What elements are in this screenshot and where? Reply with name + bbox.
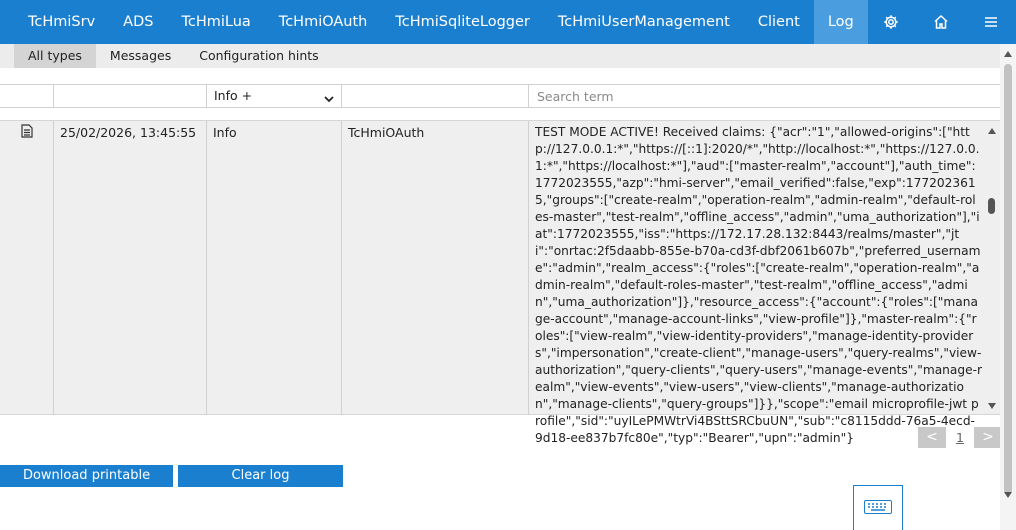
page-scrollbar[interactable]	[1000, 44, 1016, 530]
top-navigation: TcHmiSrv ADS TcHmiLua TcHmiOAuth TcHmiSq…	[0, 0, 1016, 44]
tab-configuration-hints[interactable]: Configuration hints	[185, 44, 332, 68]
clear-log-button[interactable]: Clear log	[178, 465, 343, 487]
nav-tab-client[interactable]: Client	[744, 0, 814, 44]
nav-tab-tchmilua[interactable]: TcHmiLua	[167, 0, 264, 44]
page-scroll-thumb[interactable]	[1004, 64, 1012, 494]
nav-tab-tchmiusermanagement[interactable]: TcHmiUserManagement	[544, 0, 744, 44]
message-scroll-thumb[interactable]	[988, 198, 995, 214]
page-number[interactable]: 1	[954, 430, 966, 445]
row-level: Info	[206, 121, 341, 415]
chevron-down-icon	[323, 90, 335, 112]
row-timestamp: 25/02/2026, 13:45:55	[53, 121, 206, 415]
download-printable-button[interactable]: Download printable version	[0, 465, 173, 505]
scroll-down-icon[interactable]	[987, 402, 997, 410]
search-cell	[528, 85, 1000, 107]
keyboard-toggle[interactable]	[853, 485, 903, 530]
page-scroll-up-icon[interactable]	[1003, 50, 1013, 58]
type-filter-value: Info +	[214, 88, 253, 103]
menu-icon[interactable]	[966, 0, 1016, 44]
prev-page-button[interactable]: <	[918, 426, 946, 448]
page-scroll-down-icon[interactable]	[1003, 491, 1013, 499]
pagination: < 1 >	[918, 426, 1002, 448]
filter-row: Info +	[0, 84, 1000, 108]
scroll-up-icon[interactable]	[987, 127, 997, 135]
source-filter-cell	[341, 85, 528, 107]
document-icon	[21, 124, 33, 141]
nav-icon-group	[866, 0, 1016, 44]
tab-all-types[interactable]: All types	[14, 44, 96, 68]
nav-tab-log[interactable]: Log	[813, 0, 868, 44]
type-filter-select[interactable]: Info +	[206, 85, 341, 107]
message-scrollbar[interactable]	[984, 121, 1000, 415]
row-source: TcHmiOAuth	[341, 121, 528, 415]
keyboard-icon	[864, 499, 892, 518]
row-message: TEST MODE ACTIVE! Received claims: {"acr…	[528, 121, 1000, 445]
log-table: 25/02/2026, 13:45:55 Info TcHmiOAuth TES…	[0, 120, 1000, 445]
tab-messages[interactable]: Messages	[96, 44, 185, 68]
nav-tab-ads[interactable]: ADS	[109, 0, 167, 44]
search-input[interactable]	[529, 85, 1000, 107]
nav-tab-tchmisqlitelogger[interactable]: TcHmiSqliteLogger	[381, 0, 543, 44]
nav-tab-tchmisrv[interactable]: TcHmiSrv	[0, 0, 109, 44]
home-icon[interactable]	[916, 0, 966, 44]
row-icon-cell	[0, 121, 53, 415]
nav-tab-tchmioauth[interactable]: TcHmiOAuth	[265, 0, 382, 44]
timestamp-filter-cell	[53, 85, 206, 107]
gear-icon[interactable]	[866, 0, 916, 44]
log-filter-tabs: All types Messages Configuration hints	[0, 44, 1000, 68]
next-page-button[interactable]: >	[974, 426, 1002, 448]
